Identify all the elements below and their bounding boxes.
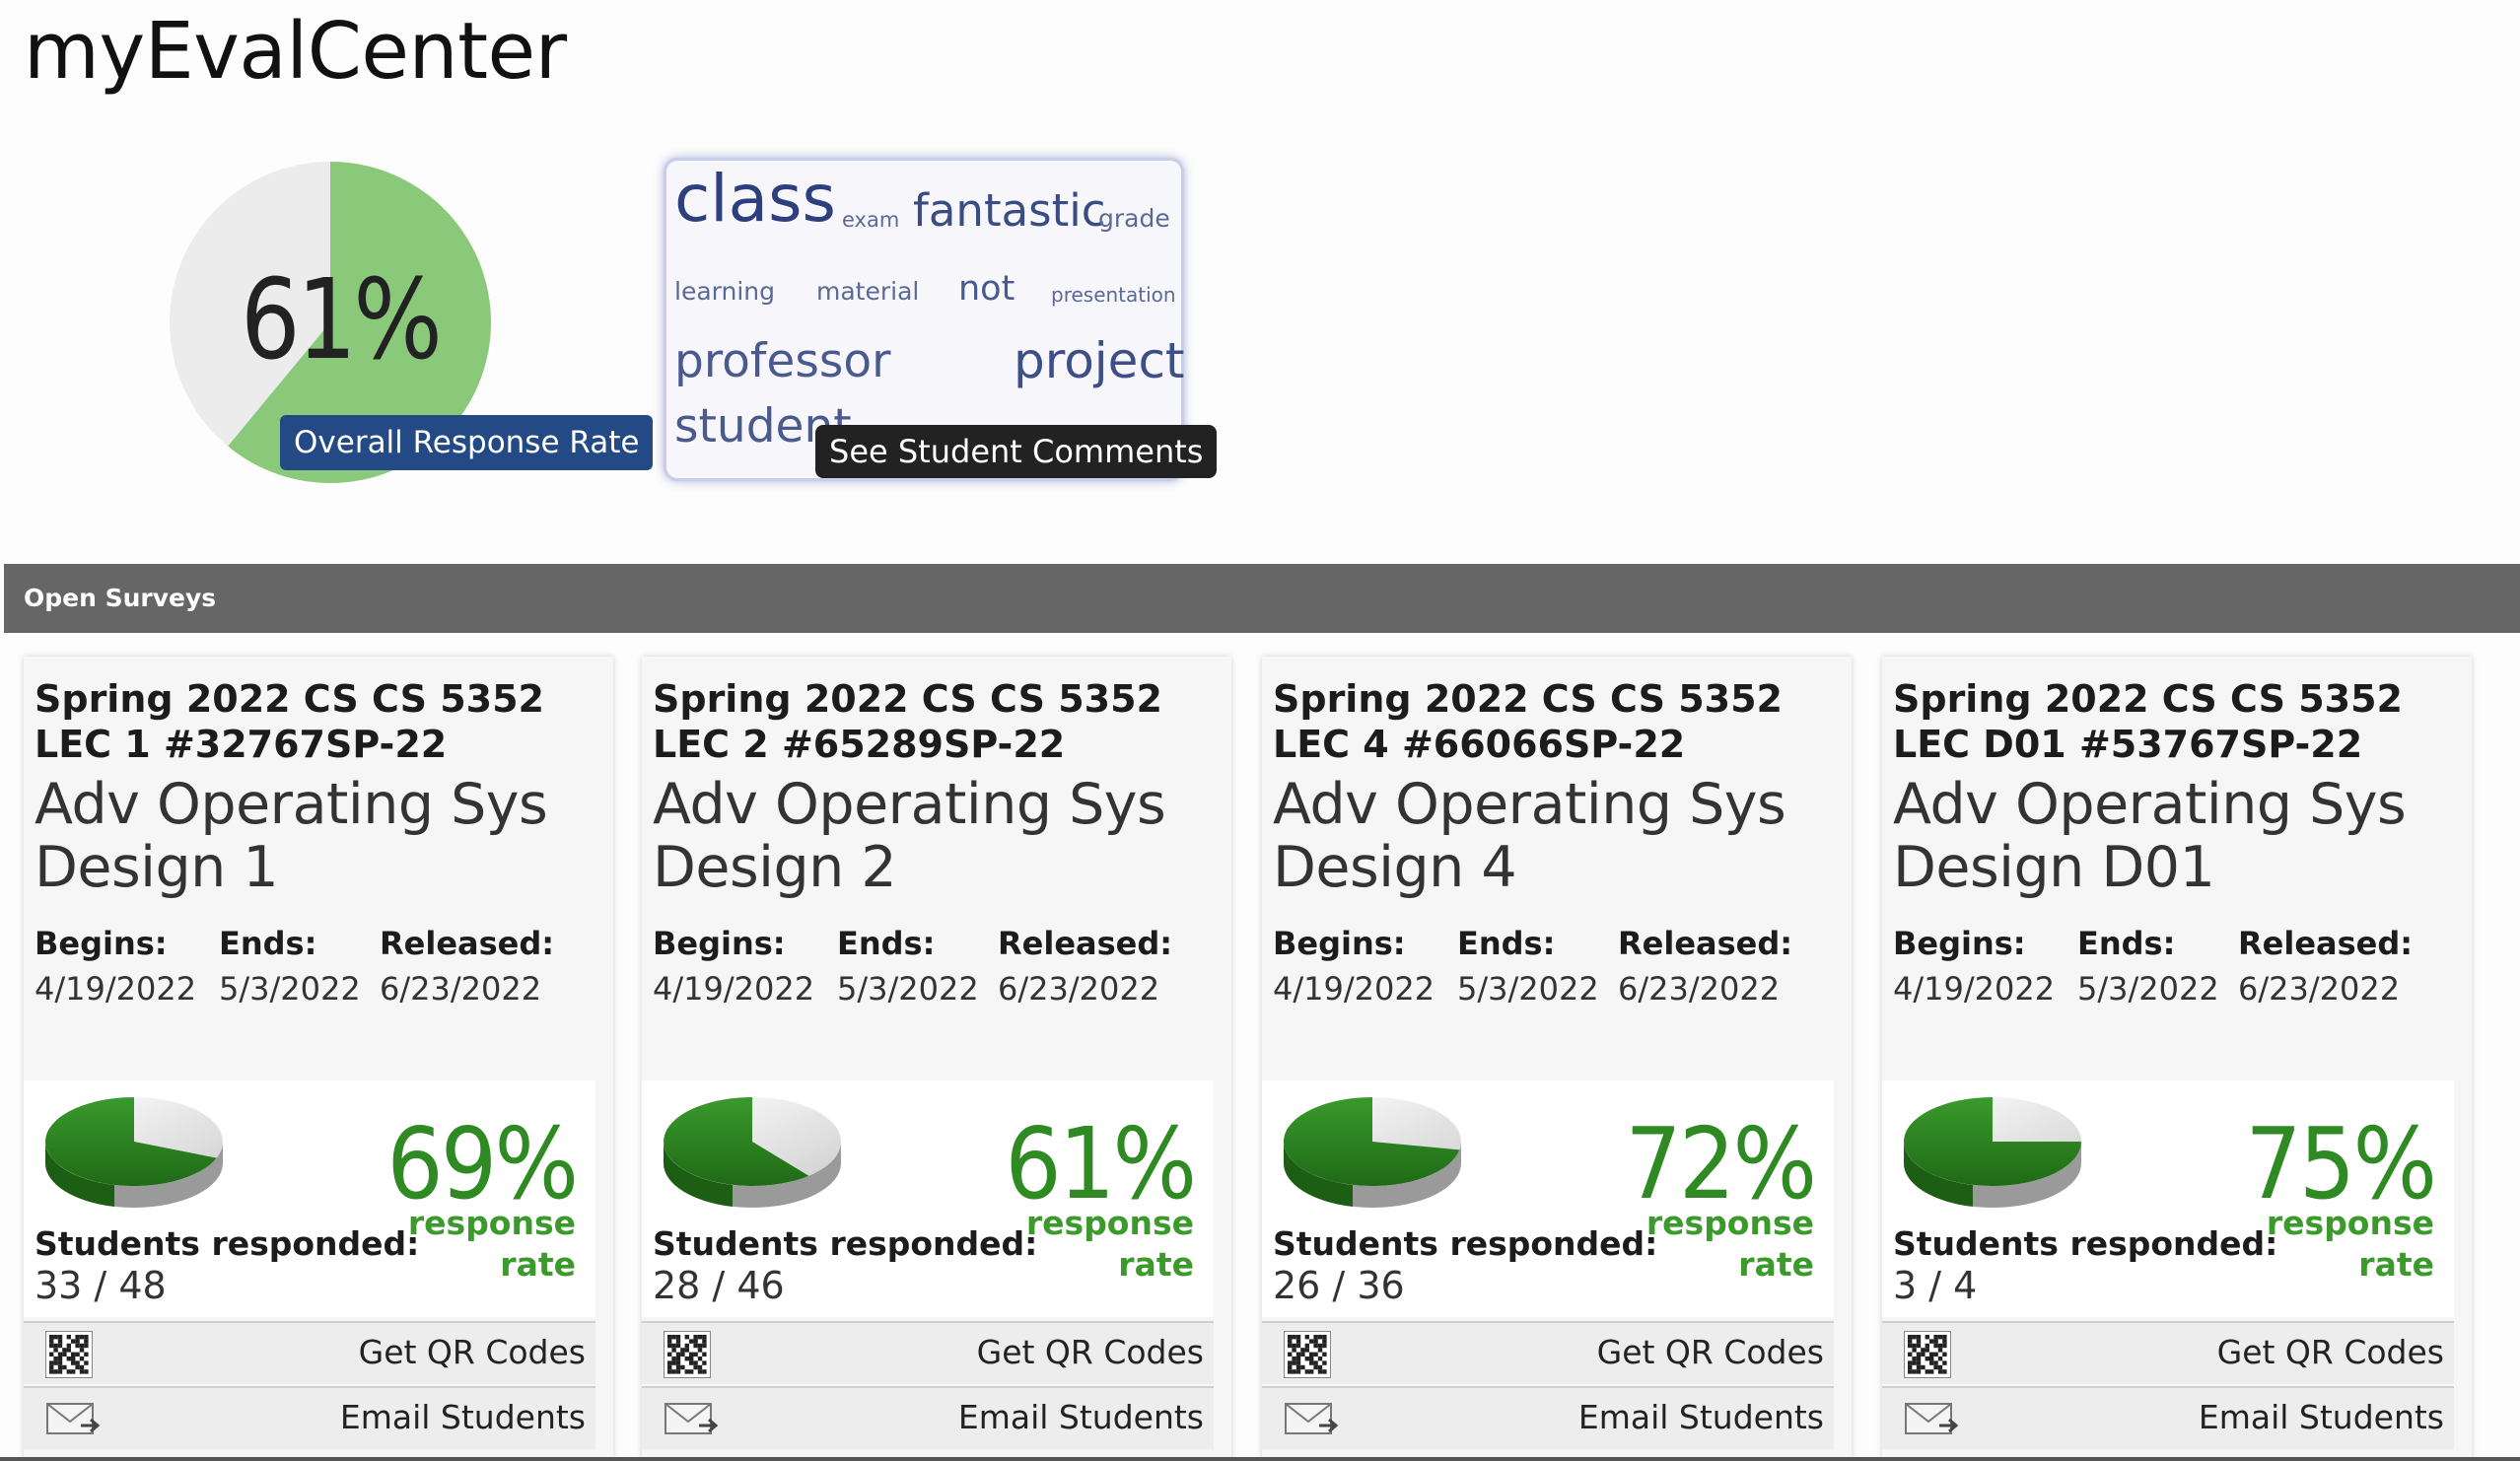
overall-response-percent: 61% — [241, 256, 443, 384]
envelope-icon — [664, 1396, 719, 1445]
response-pie-3d — [44, 1097, 223, 1208]
email-students-label: Email Students — [339, 1398, 586, 1436]
qr-code-icon — [44, 1330, 94, 1382]
students-responded-label: Students responded: — [35, 1224, 420, 1263]
get-qr-codes-label: Get QR Codes — [976, 1333, 1204, 1371]
released-date: 6/23/2022 — [2238, 970, 2401, 1008]
survey-course-name: Adv Operating Sys Design 2 — [653, 772, 1166, 900]
released-date: 6/23/2022 — [380, 970, 542, 1008]
envelope-icon — [1904, 1396, 1959, 1445]
cloud-word-material[interactable]: material — [816, 277, 919, 306]
get-qr-codes-button[interactable]: Get QR Codes — [1262, 1321, 1834, 1384]
survey-code: Spring 2022 CS CS 5352 LEC D01 #53767SP-… — [1893, 677, 2403, 766]
survey-card: Spring 2022 CS CS 5352 LEC D01 #53767SP-… — [1882, 657, 2472, 1461]
survey-code: Spring 2022 CS CS 5352 LEC 1 #32767SP-22 — [35, 677, 544, 766]
cloud-word-class[interactable]: class — [674, 161, 836, 237]
app-title: myEvalCenter — [24, 6, 567, 97]
survey-code: Spring 2022 CS CS 5352 LEC 2 #65289SP-22 — [653, 677, 1162, 766]
ends-label: Ends: — [219, 925, 317, 962]
email-students-button[interactable]: Email Students — [1262, 1386, 1834, 1449]
cloud-word-presentation[interactable]: presentation — [1051, 283, 1176, 307]
ends-date: 5/3/2022 — [837, 970, 979, 1008]
ends-label: Ends: — [2077, 925, 2176, 962]
qr-code-icon — [1903, 1330, 1952, 1382]
begins-label: Begins: — [35, 925, 168, 962]
ends-label: Ends: — [837, 925, 936, 962]
email-students-label: Email Students — [1577, 1398, 1824, 1436]
begins-date: 4/19/2022 — [1893, 970, 2056, 1008]
begins-date: 4/19/2022 — [1273, 970, 1435, 1008]
released-label: Released: — [998, 925, 1173, 962]
response-pie-3d — [1283, 1097, 1461, 1208]
released-date: 6/23/2022 — [1618, 970, 1781, 1008]
open-surveys-header: Open Surveys — [4, 564, 2520, 633]
survey-course-name: Adv Operating Sys Design 4 — [1273, 772, 1786, 900]
envelope-icon — [45, 1396, 101, 1445]
email-students-label: Email Students — [2198, 1398, 2444, 1436]
released-label: Released: — [2238, 925, 2414, 962]
students-responded-label: Students responded: — [1893, 1224, 2278, 1263]
envelope-icon — [1284, 1396, 1339, 1445]
cloud-word-professor[interactable]: professor — [674, 334, 890, 388]
get-qr-codes-label: Get QR Codes — [2216, 1333, 2444, 1371]
email-students-button[interactable]: Email Students — [1882, 1386, 2454, 1449]
overall-response-widget: 61% Overall Response Rate — [158, 158, 654, 493]
cloud-word-not[interactable]: not — [958, 269, 1015, 309]
survey-code: Spring 2022 CS CS 5352 LEC 4 #66066SP-22 — [1273, 677, 1783, 766]
cloud-word-grade[interactable]: grade — [1098, 204, 1170, 233]
cloud-word-fantastic[interactable]: fantastic — [913, 184, 1106, 237]
get-qr-codes-button[interactable]: Get QR Codes — [642, 1321, 1214, 1384]
released-label: Released: — [1618, 925, 1793, 962]
begins-label: Begins: — [1893, 925, 2026, 962]
get-qr-codes-button[interactable]: Get QR Codes — [24, 1321, 595, 1384]
students-responded-label: Students responded: — [653, 1224, 1038, 1263]
students-responded-count: 26 / 36 — [1273, 1264, 1405, 1307]
survey-card: Spring 2022 CS CS 5352 LEC 2 #65289SP-22… — [642, 657, 1231, 1461]
students-responded-count: 33 / 48 — [35, 1264, 167, 1307]
ends-date: 5/3/2022 — [2077, 970, 2219, 1008]
cloud-word-project[interactable]: project — [1014, 332, 1185, 389]
overall-response-label[interactable]: Overall Response Rate — [280, 415, 654, 470]
begins-label: Begins: — [1273, 925, 1406, 962]
students-responded-label: Students responded: — [1273, 1224, 1658, 1263]
survey-course-name: Adv Operating Sys Design D01 — [1893, 772, 2407, 900]
qr-code-icon — [1283, 1330, 1332, 1382]
get-qr-codes-button[interactable]: Get QR Codes — [1882, 1321, 2454, 1384]
bottom-divider — [0, 1457, 2520, 1461]
survey-card: Spring 2022 CS CS 5352 LEC 1 #32767SP-22… — [24, 657, 613, 1461]
survey-card: Spring 2022 CS CS 5352 LEC 4 #66066SP-22… — [1262, 657, 1852, 1461]
email-students-label: Email Students — [957, 1398, 1204, 1436]
get-qr-codes-label: Get QR Codes — [1596, 1333, 1824, 1371]
survey-course-name: Adv Operating Sys Design 1 — [35, 772, 548, 900]
begins-label: Begins: — [653, 925, 786, 962]
begins-date: 4/19/2022 — [35, 970, 197, 1008]
get-qr-codes-label: Get QR Codes — [358, 1333, 586, 1371]
begins-date: 4/19/2022 — [653, 970, 815, 1008]
ends-date: 5/3/2022 — [1457, 970, 1599, 1008]
cloud-word-exam[interactable]: exam — [842, 208, 899, 232]
ends-label: Ends: — [1457, 925, 1556, 962]
see-comments-tooltip[interactable]: See Student Comments — [815, 425, 1218, 478]
qr-code-icon — [663, 1330, 712, 1382]
students-responded-count: 3 / 4 — [1893, 1264, 1978, 1307]
cloud-word-learning[interactable]: learning — [674, 277, 775, 306]
released-label: Released: — [380, 925, 555, 962]
response-pie-3d — [663, 1097, 841, 1208]
students-responded-count: 28 / 46 — [653, 1264, 785, 1307]
email-students-button[interactable]: Email Students — [642, 1386, 1214, 1449]
email-students-button[interactable]: Email Students — [24, 1386, 595, 1449]
response-pie-3d — [1903, 1097, 2081, 1208]
released-date: 6/23/2022 — [998, 970, 1160, 1008]
ends-date: 5/3/2022 — [219, 970, 361, 1008]
